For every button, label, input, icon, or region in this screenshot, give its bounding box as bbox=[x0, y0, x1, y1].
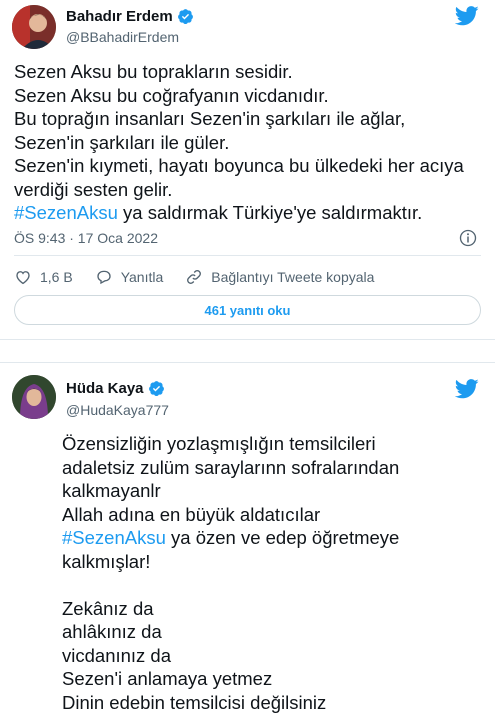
avatar[interactable] bbox=[12, 375, 56, 419]
tweet-line: Dinin edebin temsilcisi değilsiniz bbox=[62, 691, 482, 714]
separator bbox=[0, 340, 495, 362]
avatar-photo-icon bbox=[12, 5, 56, 49]
tweet-card-bahadir: Bahadır Erdem @BBahadirErdem Sezen Aksu … bbox=[0, 0, 495, 340]
author-name[interactable]: Hüda Kaya bbox=[66, 380, 144, 397]
hashtag-link[interactable]: #SezenAksu bbox=[62, 527, 166, 548]
hashtag-link[interactable]: #SezenAksu bbox=[14, 202, 118, 223]
author-row: Hüda Kaya bbox=[66, 380, 165, 397]
read-replies-button[interactable]: 461 yanıtı oku bbox=[14, 295, 481, 325]
tweet-line: #SezenAksu ya özen ve edep öğretmeye bbox=[62, 526, 482, 550]
reply-button[interactable]: Yanıtla bbox=[95, 268, 164, 286]
like-button[interactable]: 1,6 B bbox=[14, 268, 73, 286]
tweet-line-rest: ya özen ve edep öğretmeye bbox=[166, 527, 399, 548]
twitter-bird-icon[interactable] bbox=[455, 379, 479, 399]
author-handle[interactable]: @BBahadirErdem bbox=[66, 29, 179, 45]
tweet-line: Sezen Aksu bu toprakların sesidir. bbox=[14, 60, 484, 84]
twitter-bird-icon[interactable] bbox=[455, 6, 479, 26]
tweet-text: Özensizliğin yozlaşmışlığın temsilcileri… bbox=[62, 432, 482, 714]
tweet-line: adaletsiz zulüm saraylarınn sofralarında… bbox=[62, 456, 482, 480]
tweet-line: ahlâkınız da bbox=[62, 620, 482, 644]
copy-link-label: Bağlantıyı Tweete kopyala bbox=[211, 269, 374, 285]
tweet-line: Zekânız da bbox=[62, 597, 482, 621]
tweet-line: Allah adına en büyük aldatıcılar bbox=[62, 503, 482, 527]
author-row: Bahadır Erdem bbox=[66, 8, 194, 25]
tweet-line: Sezen'in şarkıları ile güler. bbox=[14, 131, 484, 155]
tweet-text: Sezen Aksu bu toprakların sesidir. Sezen… bbox=[14, 60, 484, 225]
avatar-photo-icon bbox=[12, 375, 56, 419]
author-name[interactable]: Bahadır Erdem bbox=[66, 8, 173, 25]
link-icon bbox=[185, 268, 203, 286]
tweet-line: Sezen Aksu bu coğrafyanın vicdanıdır. bbox=[14, 84, 484, 108]
tweet-line: vicdanınız da bbox=[62, 644, 482, 668]
like-count: 1,6 B bbox=[40, 269, 73, 285]
paragraph-gap bbox=[62, 573, 482, 597]
author-handle[interactable]: @HudaKaya777 bbox=[66, 402, 169, 418]
tweet-line: Özensizliğin yozlaşmışlığın temsilcileri bbox=[62, 432, 482, 456]
reply-icon bbox=[95, 268, 113, 286]
tweet-actions: 1,6 B Yanıtla Bağlantıyı Tweete kopyala bbox=[14, 266, 396, 288]
verified-badge-icon bbox=[148, 380, 165, 397]
divider bbox=[14, 255, 481, 256]
verified-badge-icon bbox=[177, 8, 194, 25]
tweet-line: verdiği sesten gelir. bbox=[14, 178, 484, 202]
tweet-line: Bu toprağın insanları Sezen'in şarkıları… bbox=[14, 107, 484, 131]
info-icon[interactable] bbox=[459, 229, 477, 247]
avatar[interactable] bbox=[12, 5, 56, 49]
tweet-line: Sezen'in kıymeti, hayatı boyunca bu ülke… bbox=[14, 154, 484, 178]
tweet-line: kalkmayanlr bbox=[62, 479, 482, 503]
tweet-line: Sezen'i anlamaya yetmez bbox=[62, 667, 482, 691]
tweet-line: #SezenAksu ya saldırmak Türkiye'ye saldı… bbox=[14, 201, 484, 225]
tweet-line-rest: ya saldırmak Türkiye'ye saldırmaktır. bbox=[118, 202, 422, 223]
copy-link-button[interactable]: Bağlantıyı Tweete kopyala bbox=[185, 268, 374, 286]
tweet-line: kalkmışlar! bbox=[62, 550, 482, 574]
heart-icon bbox=[14, 268, 32, 286]
tweet-timestamp[interactable]: ÖS 9:43 · 17 Oca 2022 bbox=[14, 230, 158, 246]
reply-label: Yanıtla bbox=[121, 269, 164, 285]
